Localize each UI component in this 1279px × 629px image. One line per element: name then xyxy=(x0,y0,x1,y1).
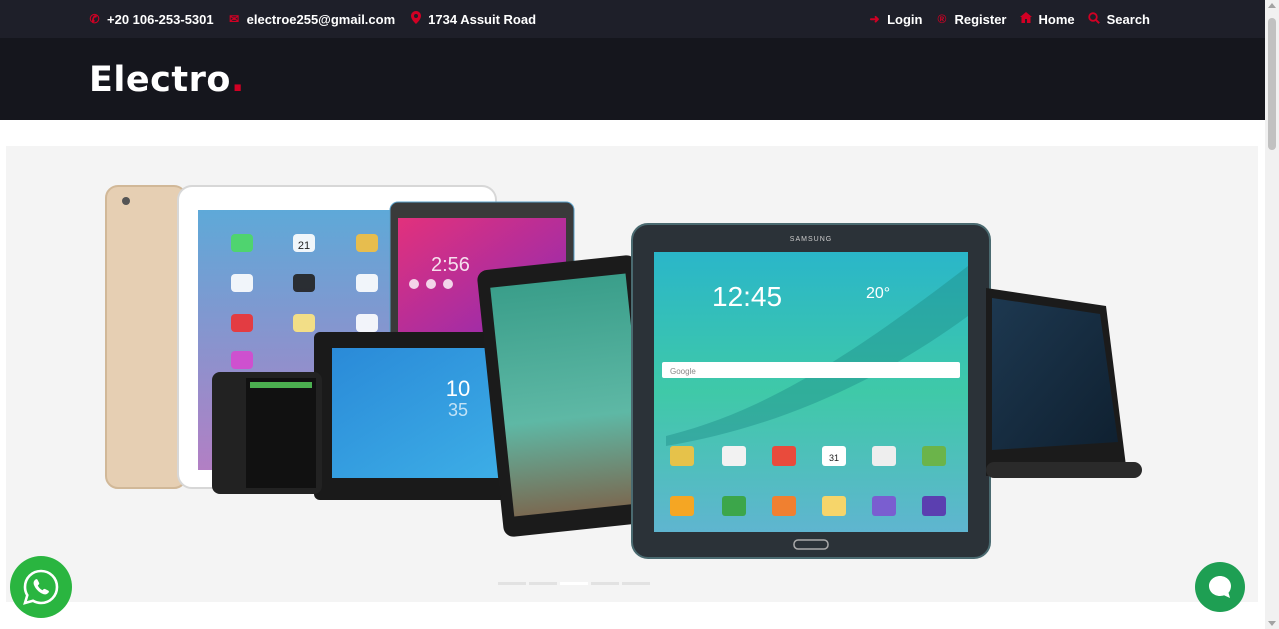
slider-dot[interactable] xyxy=(591,582,619,585)
samsung-search: Google xyxy=(670,367,696,376)
register-link[interactable]: ® Register xyxy=(935,11,1007,27)
main-header: Electro. xyxy=(0,38,1265,120)
phone-text: +20 106-253-5301 xyxy=(107,11,214,27)
sony-time: 10 xyxy=(446,376,470,401)
brand-dot: . xyxy=(230,60,245,100)
tablets-banner-image: 21 2:56 10 35 SAMSUNG 12:45 20° Google 3… xyxy=(105,185,1142,559)
scroll-up-arrow[interactable] xyxy=(1268,3,1276,8)
home-label: Home xyxy=(1038,11,1075,27)
page-scrollbar[interactable] xyxy=(1265,0,1279,629)
top-header: ✆ +20 106-253-5301 ✉ electroe255@gmail.c… xyxy=(0,0,1265,38)
registered-icon: ® xyxy=(937,12,947,26)
samsung-time: 12:45 xyxy=(712,281,782,312)
login-label: Login xyxy=(887,11,923,27)
ipad-date: 21 xyxy=(298,240,310,252)
map-marker-icon xyxy=(409,11,422,27)
email-text: electroe255@gmail.com xyxy=(246,11,396,27)
register-label: Register xyxy=(954,11,1007,27)
chat-icon xyxy=(1209,576,1231,598)
home-link[interactable]: Home xyxy=(1020,12,1075,27)
hero-slider[interactable]: 21 2:56 10 35 SAMSUNG 12:45 20° Google 3… xyxy=(6,146,1258,602)
chat-button[interactable] xyxy=(1195,562,1245,612)
samsung-temp: 20° xyxy=(866,285,890,302)
home-icon xyxy=(1020,12,1033,26)
header-account-links: ➜ Login ® Register Home Search xyxy=(855,0,1150,38)
phone-link[interactable]: ✆ +20 106-253-5301 xyxy=(88,11,214,27)
address-text: 1734 Assuit Road xyxy=(428,11,537,27)
asus-time: 2:56 xyxy=(431,254,470,276)
whatsapp-button[interactable] xyxy=(10,556,72,618)
samsung-calendar: 31 xyxy=(829,453,839,463)
search-label: Search xyxy=(1106,11,1150,27)
sony-time2: 35 xyxy=(448,400,468,420)
whatsapp-icon xyxy=(23,569,59,605)
scroll-down-arrow[interactable] xyxy=(1268,621,1276,626)
samsung-brand: SAMSUNG xyxy=(790,236,832,243)
search-icon xyxy=(1088,11,1101,27)
search-link[interactable]: Search xyxy=(1088,12,1150,27)
brand-logo[interactable]: Electro. xyxy=(89,60,245,100)
slider-dot[interactable] xyxy=(529,582,557,585)
brand-name: Electro xyxy=(89,60,231,100)
slider-dot-active[interactable] xyxy=(560,582,588,585)
envelope-icon: ✉ xyxy=(229,12,240,26)
email-link[interactable]: ✉ electroe255@gmail.com xyxy=(228,11,396,27)
scroll-thumb[interactable] xyxy=(1268,18,1276,150)
slider-indicators xyxy=(498,582,653,585)
slider-dot[interactable] xyxy=(498,582,526,585)
phone-icon: ✆ xyxy=(89,12,100,26)
sign-in-icon: ➜ xyxy=(869,12,880,26)
header-contact-links: ✆ +20 106-253-5301 ✉ electroe255@gmail.c… xyxy=(88,0,550,38)
slider-dot[interactable] xyxy=(622,582,650,585)
login-link[interactable]: ➜ Login xyxy=(868,11,923,27)
address-link[interactable]: 1734 Assuit Road xyxy=(409,11,536,27)
